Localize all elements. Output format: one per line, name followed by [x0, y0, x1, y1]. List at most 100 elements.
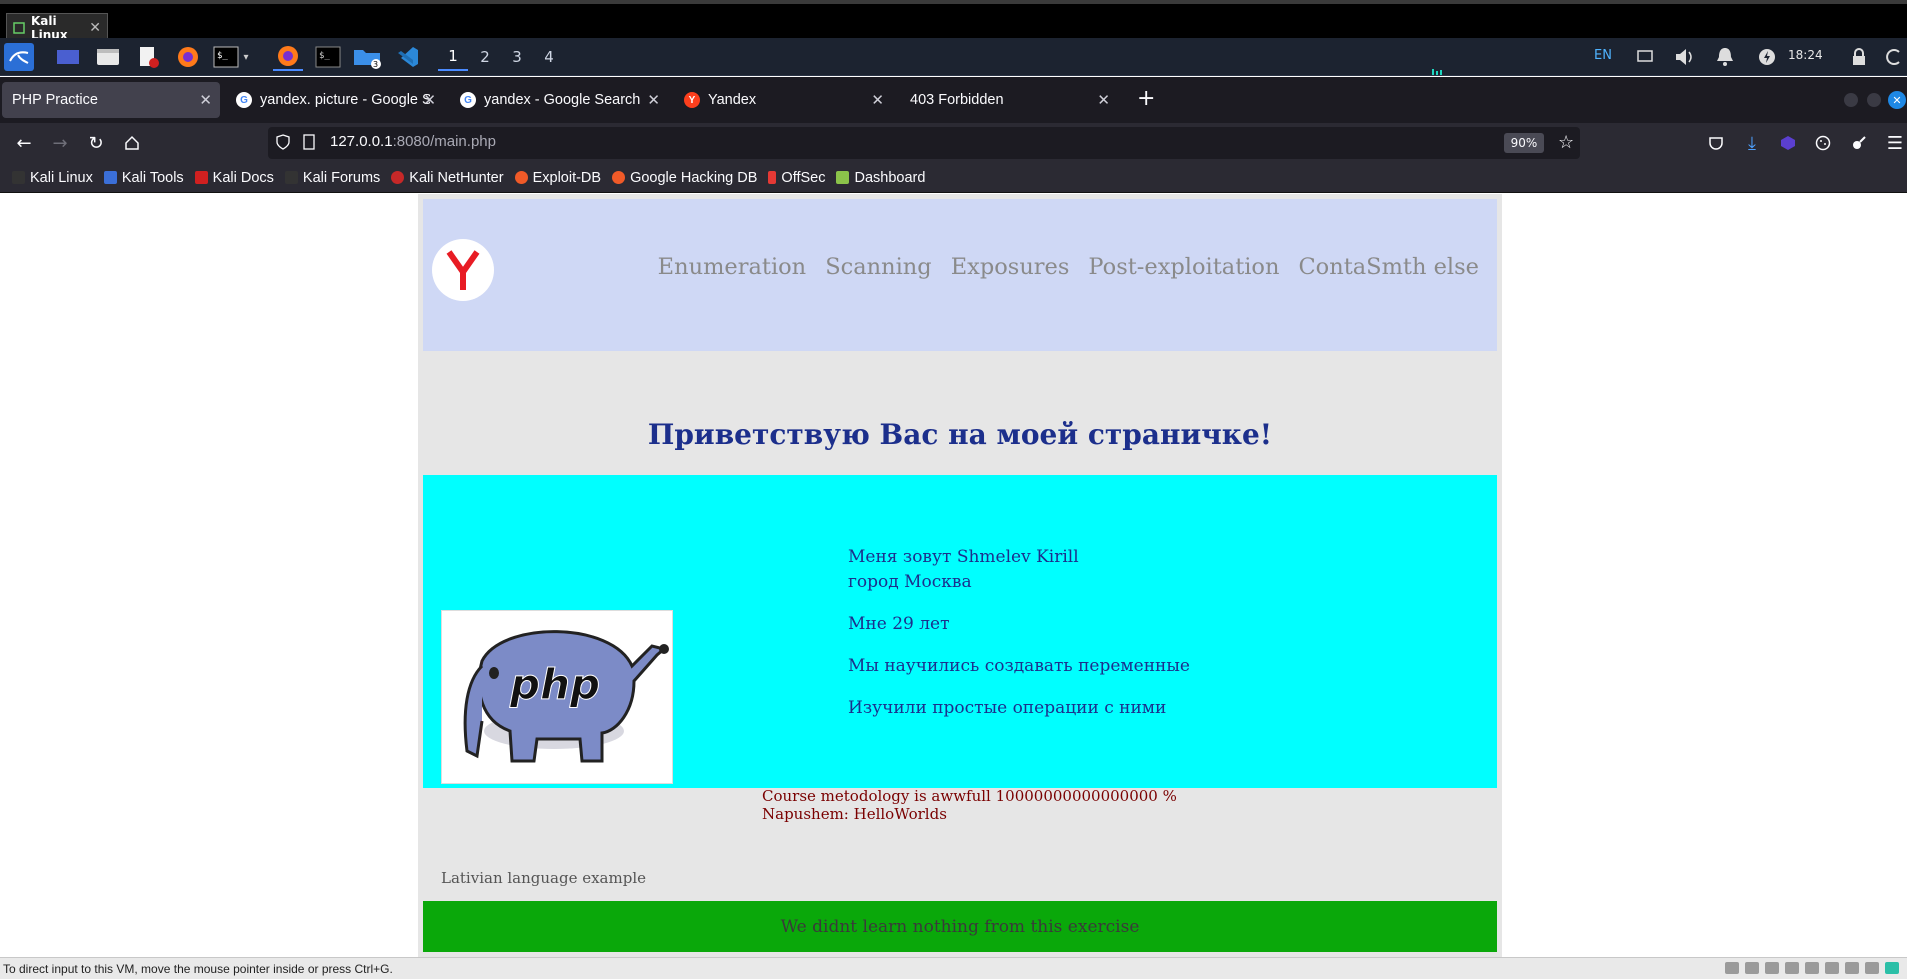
- nav-post-exploitation[interactable]: Post-exploitation: [1088, 254, 1279, 280]
- workspace-1[interactable]: 1: [438, 43, 468, 71]
- tab-title: yandex. picture - Google S: [260, 92, 430, 108]
- chevron-down-icon[interactable]: ▾: [238, 43, 254, 71]
- close-tab-icon[interactable]: ✕: [647, 91, 660, 109]
- bookmark-kali-forums[interactable]: Kali Forums: [284, 169, 381, 186]
- files-badge: 3: [373, 60, 378, 69]
- home-button[interactable]: [121, 132, 143, 154]
- downloads-icon[interactable]: ⤓: [1741, 132, 1763, 154]
- bookmark-label: Kali NetHunter: [409, 169, 504, 186]
- extension-cube-icon[interactable]: [1777, 132, 1799, 154]
- hdd-icon[interactable]: [1725, 962, 1739, 974]
- nav-enumeration[interactable]: Enumeration: [658, 254, 807, 280]
- folder-window-icon[interactable]: 3: [353, 43, 383, 71]
- tab-yandex-picture[interactable]: G yandex. picture - Google S ✕: [226, 82, 444, 118]
- workspace-3[interactable]: 3: [502, 43, 532, 71]
- bookmark-kali-linux[interactable]: Kali Linux: [12, 170, 93, 186]
- url-text[interactable]: 127.0.0.1:8080/main.php: [330, 133, 496, 150]
- close-tab-icon[interactable]: ✕: [871, 91, 884, 109]
- close-tab-icon[interactable]: ✕: [423, 91, 436, 109]
- keyboard-layout[interactable]: EN: [1594, 48, 1612, 63]
- audio-icon[interactable]: [1825, 962, 1839, 974]
- printer-icon[interactable]: [1805, 962, 1819, 974]
- wappalyzer-icon[interactable]: [1848, 132, 1870, 154]
- clock[interactable]: 18:24: [1788, 48, 1823, 62]
- nav-scanning[interactable]: Scanning: [825, 254, 932, 280]
- shield-icon[interactable]: [276, 134, 290, 154]
- back-button[interactable]: ←: [13, 132, 35, 154]
- display-status-icon[interactable]: [1865, 962, 1879, 974]
- display-icon[interactable]: [1630, 43, 1660, 71]
- tab-yandex-google-search[interactable]: G yandex - Google Search ✕: [450, 82, 668, 118]
- kali-menu-icon[interactable]: [4, 43, 34, 71]
- zoom-level-button[interactable]: 90%: [1504, 133, 1544, 153]
- php-output: Course metodology is awwfull 10000000000…: [762, 787, 1177, 823]
- kali-tools-icon: [103, 171, 117, 184]
- pocket-icon[interactable]: [1705, 132, 1727, 154]
- page-info-icon[interactable]: [302, 134, 316, 154]
- notifications-icon[interactable]: [1710, 43, 1740, 71]
- bookmark-kali-tools[interactable]: Kali Tools: [103, 169, 184, 186]
- bookmark-offsec[interactable]: OffSec: [768, 170, 825, 186]
- close-icon[interactable]: ✕: [89, 20, 101, 36]
- bookmark-label: Google Hacking DB: [630, 169, 758, 186]
- page-container: Enumeration Scanning Exposures Post-expl…: [418, 194, 1502, 957]
- url-bar[interactable]: 127.0.0.1:8080/main.php 90% ☆: [268, 127, 1580, 159]
- dashboard-cube-icon: [836, 171, 850, 184]
- nav-exposures[interactable]: Exposures: [951, 254, 1070, 280]
- yandex-logo-icon[interactable]: [432, 239, 494, 301]
- site-nav: Enumeration Scanning Exposures Post-expl…: [658, 254, 1479, 280]
- bookmark-kali-nethunter[interactable]: Kali NetHunter: [391, 169, 504, 186]
- svg-text:$_: $_: [217, 51, 228, 61]
- bookmark-kali-docs[interactable]: Kali Docs: [194, 170, 274, 186]
- text-editor-icon[interactable]: [133, 43, 163, 71]
- network-icon[interactable]: [1765, 962, 1779, 974]
- firefox-window-icon[interactable]: [273, 43, 303, 71]
- reload-button[interactable]: ↻: [85, 132, 107, 154]
- bookmark-google-hacking-db[interactable]: Google Hacking DB: [612, 170, 757, 186]
- close-tab-icon[interactable]: ✕: [199, 91, 212, 109]
- bookmark-exploit-db[interactable]: Exploit-DB: [514, 169, 602, 186]
- bookmark-star-icon[interactable]: ☆: [1558, 132, 1574, 153]
- forward-button[interactable]: →: [49, 132, 71, 154]
- url-path: :8080/main.php: [392, 133, 496, 150]
- bookmark-label: Exploit-DB: [532, 169, 602, 186]
- bookmark-label: Kali Forums: [302, 169, 381, 186]
- browser-navbar: ← → ↻ 127.0.0.1:8080/main.php 90% ☆ ⤓ ☰: [0, 123, 1907, 163]
- nav-contasmth-else[interactable]: ContaSmth else: [1298, 254, 1479, 280]
- about-section: php Меня зовут Shmelev Kirill город Моск…: [423, 475, 1497, 788]
- maximize-button[interactable]: [1867, 93, 1881, 107]
- bookmarks-toolbar: Kali Linux Kali Tools Kali Docs Kali For…: [0, 163, 1907, 193]
- minimize-button[interactable]: [1844, 93, 1858, 107]
- course-line: Course metodology is awwfull 10000000000…: [762, 787, 1177, 805]
- workspace-4[interactable]: 4: [534, 43, 564, 71]
- new-tab-button[interactable]: +: [1137, 86, 1155, 111]
- terminal-icon[interactable]: $_: [211, 43, 241, 71]
- browser-tab-strip: PHP Practice ✕ G yandex. picture - Googl…: [0, 77, 1907, 123]
- tab-yandex[interactable]: Y Yandex ✕: [674, 82, 892, 118]
- vm-icon: [13, 21, 25, 34]
- firefox-icon[interactable]: [173, 43, 203, 71]
- tab-403-forbidden[interactable]: 403 Forbidden ✕: [900, 82, 1118, 118]
- shared-folders-icon[interactable]: [1845, 962, 1859, 974]
- lock-icon[interactable]: [1844, 43, 1874, 71]
- file-manager-icon[interactable]: [93, 43, 123, 71]
- tab-php-practice[interactable]: PHP Practice ✕: [2, 82, 220, 118]
- logout-icon[interactable]: [1880, 43, 1907, 71]
- power-manager-icon[interactable]: [1752, 43, 1782, 71]
- app-menu-icon[interactable]: ☰: [1884, 132, 1906, 154]
- workspace-2[interactable]: 2: [470, 43, 500, 71]
- cookie-extension-icon[interactable]: [1812, 132, 1834, 154]
- bookmark-dashboard[interactable]: Dashboard: [836, 170, 925, 186]
- terminal-window-icon[interactable]: $_: [313, 43, 343, 71]
- close-tab-icon[interactable]: ✕: [1097, 91, 1110, 109]
- vm-status-message: To direct input to this VM, move the mou…: [3, 961, 393, 976]
- bookmark-label: Kali Tools: [121, 169, 184, 186]
- vscode-icon[interactable]: [393, 43, 423, 71]
- desktop-icon[interactable]: [53, 43, 83, 71]
- optical-drive-icon[interactable]: [1745, 962, 1759, 974]
- close-window-button[interactable]: ✕: [1888, 91, 1906, 109]
- usb-icon[interactable]: [1785, 962, 1799, 974]
- vm-tab[interactable]: Kali Linux ✕: [6, 13, 108, 42]
- city-line: город Москва: [848, 572, 972, 592]
- volume-icon[interactable]: [1670, 43, 1700, 71]
